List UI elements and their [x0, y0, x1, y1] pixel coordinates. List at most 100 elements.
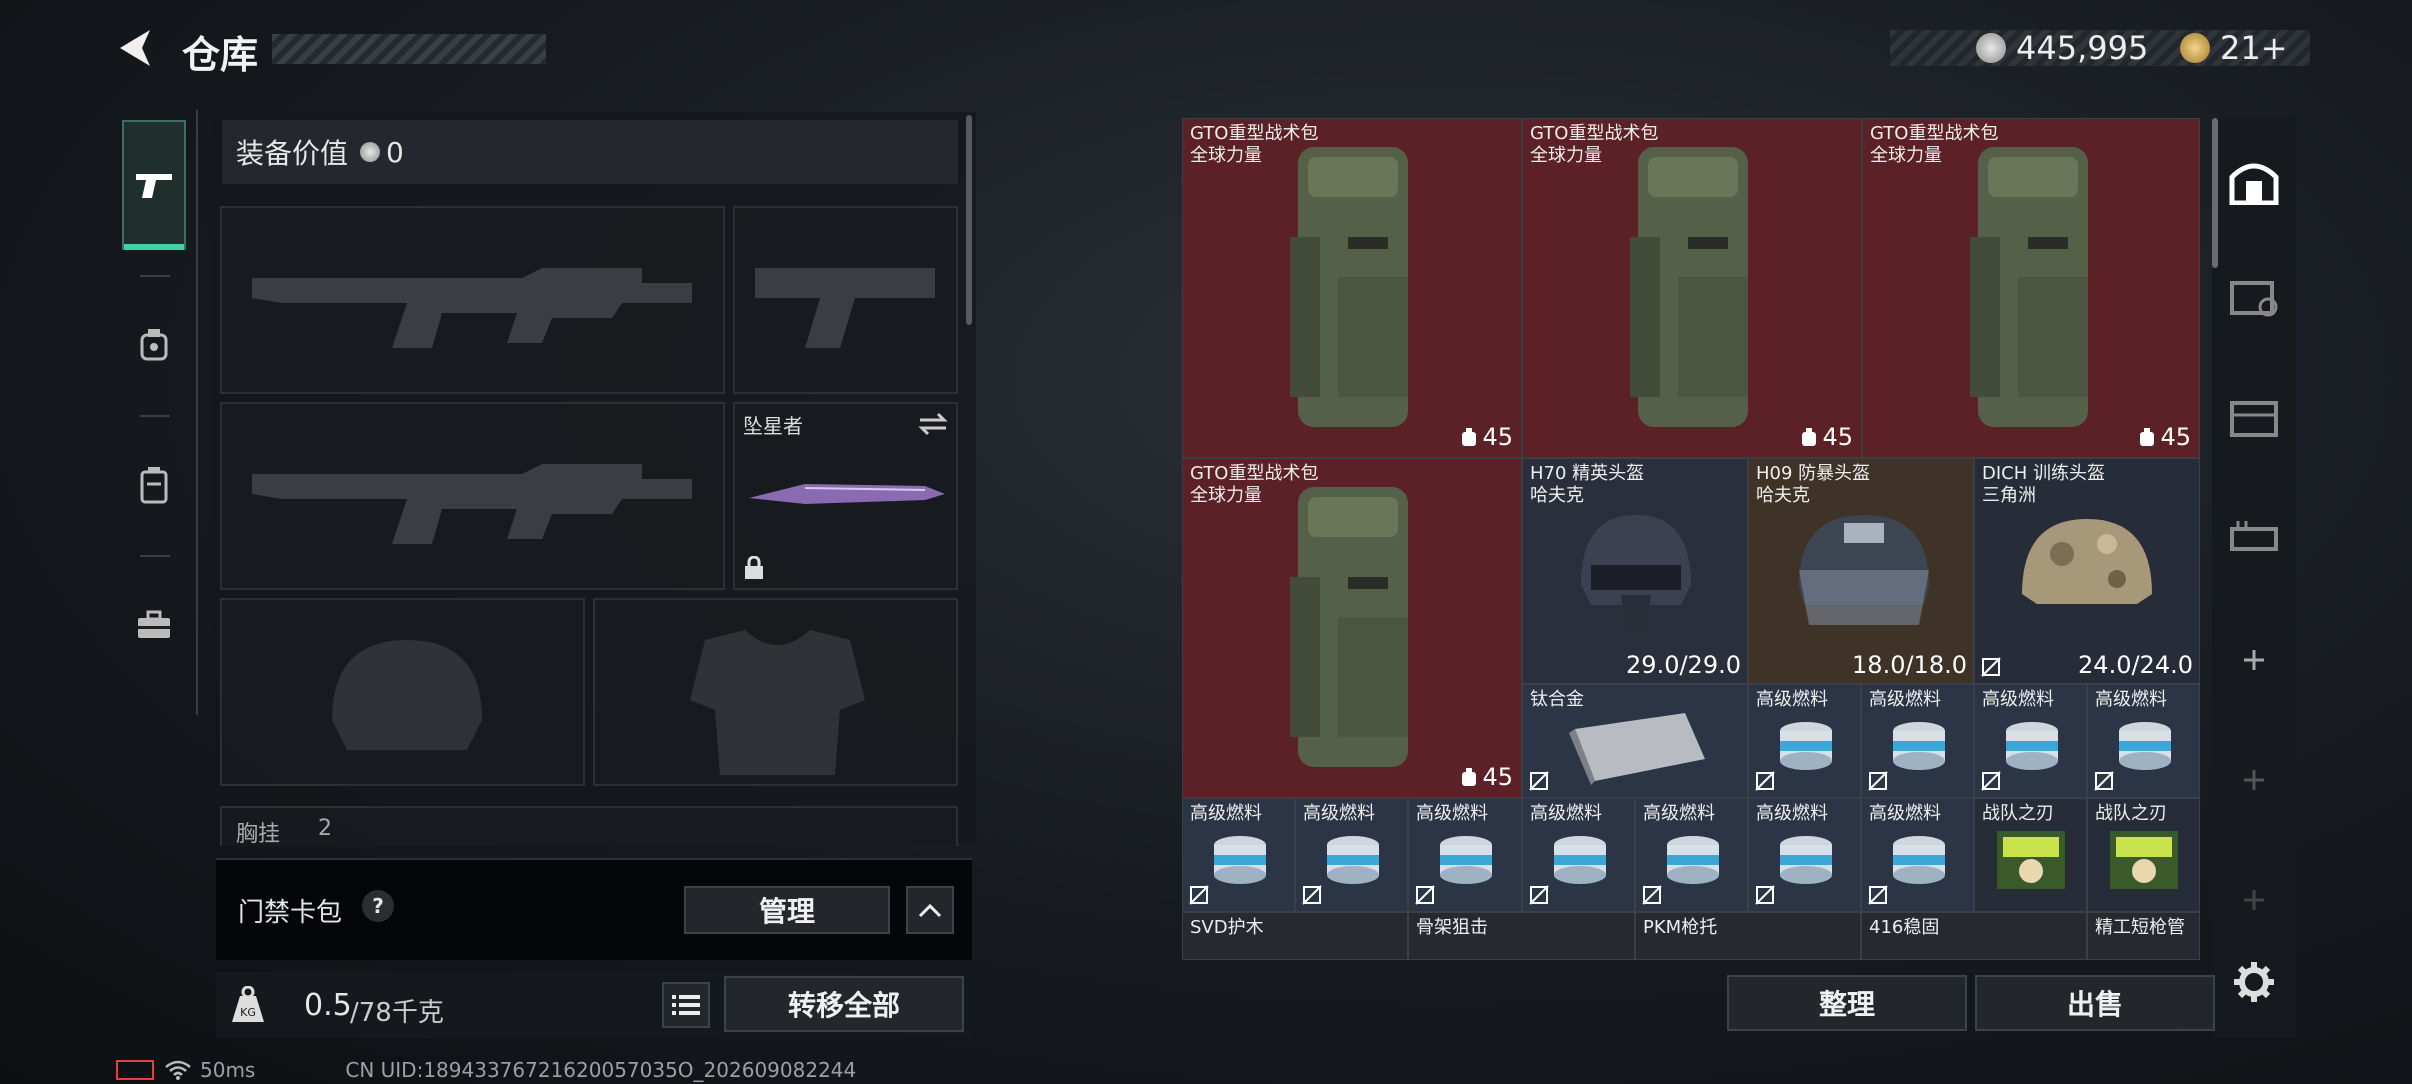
grid-item-svd-handguard[interactable]: SVD护木 [1182, 912, 1408, 960]
grid-item-backpack[interactable]: GTO重型战术包 全球力量 45 [1182, 458, 1522, 798]
grid-item-fuel[interactable]: 高级燃料 [1522, 798, 1635, 912]
plus-icon [2244, 650, 2264, 670]
item-name: SVD护木 [1190, 917, 1264, 938]
item-name: DICH 训练头盔 [1982, 463, 2105, 484]
no-trade-icon [1189, 885, 1209, 905]
item-brand: 全球力量 [1870, 145, 1942, 166]
backpack-icon [1290, 487, 1408, 767]
rifle-silhouette-icon [252, 464, 692, 544]
tab-gear[interactable] [122, 280, 186, 410]
currency-secondary[interactable]: 21+ [2180, 28, 2288, 68]
secondary-weapon-slot[interactable] [220, 402, 725, 590]
item-name: 高级燃料 [1190, 803, 1262, 824]
item-durability: 24.0/24.0 [2078, 651, 2193, 679]
sell-button[interactable]: 出售 [1975, 975, 2215, 1031]
currency-primary-value: 445,995 [2016, 29, 2149, 67]
stash-scrollbar[interactable] [2212, 118, 2218, 268]
capacity-icon [2140, 428, 2155, 446]
helmet-silhouette-icon [332, 640, 482, 750]
card-icon [2110, 831, 2178, 889]
backpack-icon [1630, 147, 1748, 427]
item-name: 战队之刃 [1982, 803, 2054, 824]
backpack-icon [1970, 147, 2088, 427]
fuel-can-icon [1440, 836, 1492, 884]
swap-icon[interactable] [918, 412, 948, 436]
grid-item-fuel[interactable]: 高级燃料 [1182, 798, 1295, 912]
tab-stash-2[interactable] [2222, 266, 2286, 330]
expand-button[interactable] [906, 886, 954, 934]
item-brand: 全球力量 [1530, 145, 1602, 166]
grid-item-helmet[interactable]: DICH 训练头盔 三角洲 24.0/24.0 [1974, 458, 2200, 684]
back-arrow-icon[interactable] [112, 24, 156, 72]
list-view-button[interactable] [662, 982, 710, 1028]
chest-rig-label: 胸挂 [236, 822, 281, 846]
grid-item-backpack[interactable]: GTO重型战术包 全球力量 45 [1862, 118, 2200, 458]
grid-item-416-part[interactable]: 416稳固 [1861, 912, 2087, 960]
grid-item-team-blade[interactable]: 战队之刃 [1974, 798, 2087, 912]
manage-button[interactable]: 管理 [684, 886, 890, 934]
no-trade-icon [1755, 771, 1775, 791]
chevron-up-icon [918, 903, 942, 918]
title-decoration [272, 34, 546, 64]
no-trade-icon [1981, 657, 2001, 677]
loadout-scrollbar[interactable] [966, 115, 972, 325]
knife-icon [749, 484, 945, 504]
grid-item-fuel[interactable]: 高级燃料 [1635, 798, 1748, 912]
grid-item-titanium[interactable]: 钛合金 [1522, 684, 1748, 798]
armor-slot[interactable] [593, 598, 958, 786]
item-name: 精工短枪管 [2095, 917, 2185, 938]
grid-item-skeleton-stock[interactable]: 骨架狙击 [1408, 912, 1635, 960]
primary-weapon-slot[interactable] [220, 206, 725, 394]
tab-backpack[interactable] [122, 420, 186, 550]
sidearm-slot[interactable] [733, 206, 958, 394]
grid-item-helmet[interactable]: H70 精英头盔 哈夫克 29.0/29.0 [1522, 458, 1748, 684]
tab-weapons[interactable] [122, 120, 186, 250]
stash-grid: GTO重型战术包 全球力量 45 GTO重型战术包 全球力量 45 GTO重型战术包… [1182, 118, 2200, 960]
no-trade-icon [1529, 771, 1549, 791]
fuel-can-icon [1327, 836, 1379, 884]
fuel-can-icon [1667, 836, 1719, 884]
helmet-slot[interactable] [220, 598, 585, 786]
help-button[interactable]: ? [362, 890, 394, 922]
transfer-all-button[interactable]: 转移全部 [724, 976, 964, 1032]
weight-total: /78千克 [350, 998, 444, 1028]
settings-button[interactable] [2222, 950, 2286, 1014]
grid-item-fuel[interactable]: 高级燃料 [1748, 798, 1861, 912]
tab-stash-main[interactable] [2222, 148, 2286, 212]
crate-icon [2230, 401, 2278, 437]
grid-item-team-blade[interactable]: 战队之刃 [2087, 798, 2200, 912]
stash-icon [2229, 163, 2279, 205]
grid-item-fuel[interactable]: 高级燃料 [1861, 798, 1974, 912]
grid-item-fuel[interactable]: 高级燃料 [1295, 798, 1408, 912]
grid-item-backpack[interactable]: GTO重型战术包 全球力量 45 [1522, 118, 1862, 458]
status-bar: 50ms CN UID:18943376721620057035O_202609… [116, 1058, 856, 1082]
chest-rig-slot[interactable]: 胸挂 2 [220, 806, 958, 846]
sort-button[interactable]: 整理 [1727, 975, 1967, 1031]
helmet-icon [1581, 515, 1691, 630]
user-uid: CN UID:18943376721620057035O_20260908224… [345, 1058, 857, 1082]
grid-item-helmet[interactable]: H09 防暴头盔 哈夫克 18.0/18.0 [1748, 458, 1974, 684]
grid-item-fuel[interactable]: 高级燃料 [1861, 684, 1974, 798]
item-name: 战队之刃 [2095, 803, 2167, 824]
grid-item-backpack[interactable]: GTO重型战术包 全球力量 45 [1182, 118, 1522, 458]
melee-slot[interactable]: 坠星者 [733, 402, 958, 590]
no-trade-icon [1415, 885, 1435, 905]
grid-item-fuel[interactable]: 高级燃料 [1974, 684, 2087, 798]
grid-item-fuel[interactable]: 高级燃料 [1748, 684, 1861, 798]
no-trade-icon [1868, 771, 1888, 791]
tab-toolbox[interactable] [122, 560, 186, 690]
grid-item-short-barrel[interactable]: 精工短枪管 [2087, 912, 2200, 960]
add-stash-button[interactable] [2222, 868, 2286, 932]
item-name: 416稳固 [1869, 917, 1940, 938]
grid-item-fuel[interactable]: 高级燃料 [1408, 798, 1522, 912]
grid-item-fuel[interactable]: 高级燃料 [2087, 684, 2200, 798]
tab-stash-3[interactable] [2222, 386, 2286, 450]
grid-item-pkm-stock[interactable]: PKM枪托 [1635, 912, 1861, 960]
add-stash-button[interactable] [2222, 748, 2286, 812]
currency-primary: 445,995 [1976, 28, 2148, 68]
metal-ingot-icon [1569, 713, 1705, 785]
tab-stash-4[interactable] [2222, 506, 2286, 570]
backpack-tab-icon [140, 467, 168, 504]
pistol-icon [136, 174, 172, 198]
add-stash-button[interactable] [2222, 628, 2286, 692]
